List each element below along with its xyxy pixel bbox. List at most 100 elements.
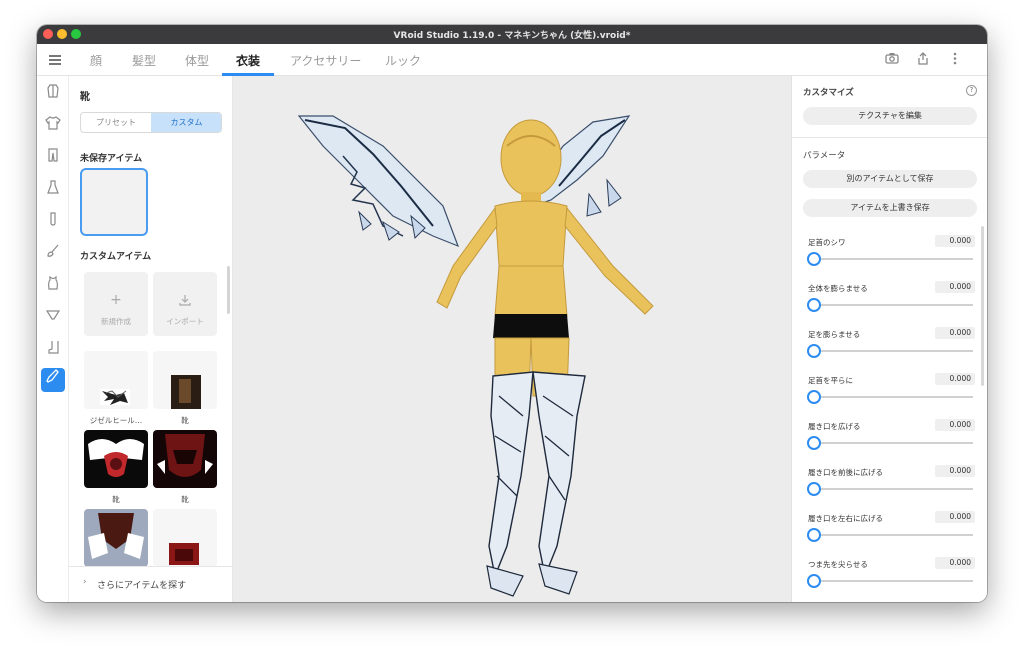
3d-viewport[interactable] (233, 76, 791, 602)
param-row: 足首を平らに 0.000 (803, 373, 975, 415)
slider-track[interactable] (807, 258, 973, 260)
underwear-category-icon[interactable] (43, 308, 63, 328)
tab-look[interactable]: ルック (385, 52, 421, 69)
param-value-field[interactable]: 0.000 (935, 281, 975, 293)
tank-top-category-icon[interactable] (43, 275, 63, 296)
param-value-field[interactable]: 0.000 (935, 235, 975, 247)
param-row: 履き口を前後に広げる 0.000 (803, 465, 975, 507)
slider-handle[interactable] (807, 298, 821, 312)
slider-track[interactable] (807, 442, 973, 444)
param-value-field[interactable]: 0.000 (935, 373, 975, 385)
more-options-icon[interactable] (947, 52, 963, 68)
parameters-heading: パラメータ (803, 151, 846, 161)
item-thumbnail[interactable] (84, 430, 148, 488)
download-icon (153, 294, 217, 310)
custom-section-label: カスタムアイテム (80, 252, 152, 262)
param-name: 履き口を前後に広げる (808, 468, 883, 477)
tab-accessory[interactable]: アクセサリー (290, 52, 361, 69)
category-rail (37, 76, 69, 602)
slider-track[interactable] (807, 488, 973, 490)
item-caption: 靴 (181, 416, 189, 425)
slider-handle[interactable] (807, 344, 821, 358)
preset-custom-toggle: プリセット カスタム (80, 112, 222, 133)
preset-option[interactable]: プリセット (81, 113, 151, 132)
save-as-new-item-button[interactable]: 別のアイテムとして保存 (803, 170, 977, 188)
customize-heading: カスタマイズ (803, 88, 854, 98)
item-thumbnail[interactable] (153, 430, 217, 488)
param-name: 履き口を広げる (808, 422, 861, 431)
jacket-category-icon[interactable] (43, 84, 63, 104)
avatar-model-render (297, 115, 654, 597)
panel-title: 靴 (80, 92, 90, 103)
brush-category-icon[interactable] (43, 244, 63, 264)
param-value-field[interactable]: 0.000 (935, 511, 975, 523)
slider-handle[interactable] (807, 252, 821, 266)
menu-icon[interactable] (49, 55, 61, 65)
new-item-label: 新規作成 (101, 317, 131, 326)
help-icon[interactable]: ? (966, 85, 977, 96)
unsaved-item-slot[interactable] (80, 168, 148, 236)
param-name: 足首を平らに (808, 376, 853, 385)
slider-track[interactable] (807, 580, 973, 582)
shirt-category-icon[interactable] (43, 116, 63, 136)
param-name: 足を膨らませる (808, 330, 861, 339)
param-row: 履き口を広げる 0.000 (803, 419, 975, 461)
slider-handle[interactable] (807, 528, 821, 542)
tab-face[interactable]: 顔 (90, 52, 102, 69)
param-value-field[interactable]: 0.000 (935, 557, 975, 569)
import-button[interactable]: インポート (153, 272, 217, 336)
slider-handle[interactable] (807, 574, 821, 588)
param-row: 足を膨らませる 0.000 (803, 327, 975, 369)
chevron-right-icon: › (83, 577, 87, 587)
slider-track[interactable] (807, 304, 973, 306)
custom-option[interactable]: カスタム (151, 113, 221, 132)
param-row: つま先を尖らせる 0.000 (803, 557, 975, 599)
sock-category-icon[interactable] (43, 212, 63, 232)
pants-category-icon[interactable] (43, 148, 63, 168)
param-name: 履き口を左右に広げる (808, 514, 883, 523)
edit-texture-button[interactable]: テクスチャを編集 (803, 107, 977, 125)
item-thumbnail[interactable] (84, 351, 148, 409)
window-title: VRoid Studio 1.19.0 - マネキンちゃん (女性).vroid… (393, 31, 631, 41)
param-row: 足首のシワ 0.000 (803, 235, 975, 277)
param-value-field[interactable]: 0.000 (935, 327, 975, 339)
slider-track[interactable] (807, 350, 973, 352)
param-name: 足首のシワ (808, 238, 846, 247)
camera-icon[interactable] (884, 52, 900, 68)
param-row: 全体を膨らませる 0.000 (803, 281, 975, 323)
plus-icon: + (110, 292, 122, 308)
app-window: VRoid Studio 1.19.0 - マネキンちゃん (女性).vroid… (37, 25, 987, 602)
slider-handle[interactable] (807, 436, 821, 450)
scrollbar[interactable] (981, 226, 984, 386)
export-icon[interactable] (915, 52, 931, 68)
overwrite-save-button[interactable]: アイテムを上書き保存 (803, 199, 977, 217)
item-panel: 靴 プリセット カスタム 未保存アイテム カスタムアイテム + 新規作成 インポ… (69, 76, 233, 602)
find-more-label: さらにアイテムを探す (97, 581, 187, 591)
tab-body[interactable]: 体型 (185, 52, 209, 69)
scrollbar[interactable] (227, 266, 230, 314)
param-value-field[interactable]: 0.000 (935, 419, 975, 431)
slider-handle[interactable] (807, 390, 821, 404)
item-caption: ジゼルヒール… (89, 416, 143, 425)
item-thumbnail[interactable] (84, 509, 148, 567)
dress-category-icon[interactable] (43, 180, 63, 200)
tab-hairstyle[interactable]: 髪型 (132, 52, 156, 69)
title-bar: VRoid Studio 1.19.0 - マネキンちゃん (女性).vroid… (37, 25, 987, 44)
top-navigation: 顔 髪型 体型 衣装 アクセサリー ルック (37, 44, 987, 76)
customize-panel: カスタマイズ ? テクスチャを編集 パラメータ 別のアイテムとして保存 アイテム… (791, 76, 987, 602)
item-thumbnail[interactable] (153, 351, 217, 409)
param-value-field[interactable]: 0.000 (935, 465, 975, 477)
slider-track[interactable] (807, 534, 973, 536)
item-thumbnail[interactable] (153, 509, 217, 567)
item-caption: 靴 (181, 495, 189, 504)
find-more-items-link[interactable]: › さらにアイテムを探す (69, 566, 232, 602)
param-name: つま先を尖らせる (808, 560, 868, 569)
boot-category-icon[interactable] (43, 340, 63, 360)
tab-outfit[interactable]: 衣装 (236, 52, 260, 69)
import-label: インポート (166, 317, 204, 326)
slider-track[interactable] (807, 396, 973, 398)
unsaved-section-label: 未保存アイテム (80, 154, 143, 164)
slider-handle[interactable] (807, 482, 821, 496)
shoes-category-icon[interactable] (41, 368, 65, 392)
new-item-button[interactable]: + 新規作成 (84, 272, 148, 336)
